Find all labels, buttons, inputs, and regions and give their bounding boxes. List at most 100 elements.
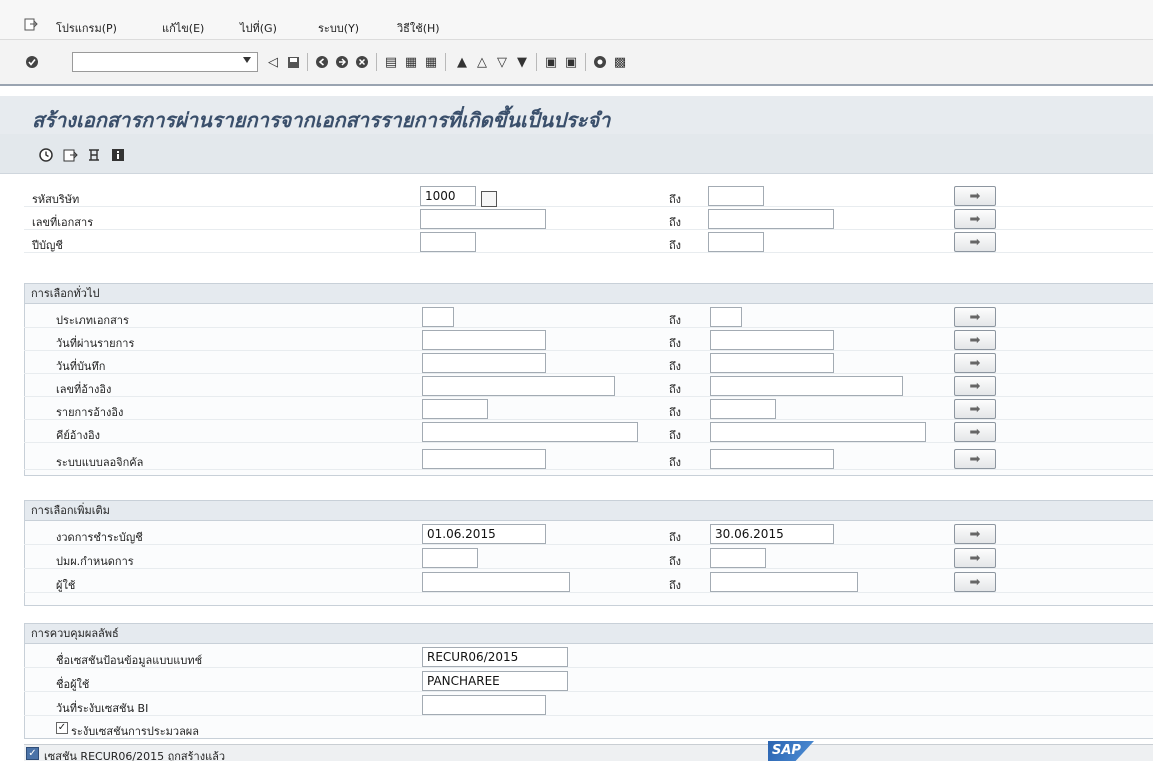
bi-hold-date-field[interactable] bbox=[422, 695, 546, 715]
arrow-right-icon: ➡ bbox=[969, 550, 981, 566]
settlement-period-to-field[interactable]: 30.06.2015 bbox=[710, 524, 834, 544]
logical-system-to-field[interactable] bbox=[710, 449, 834, 469]
reference-key-to-field[interactable] bbox=[710, 422, 926, 442]
menu-arrow-icon[interactable] bbox=[24, 18, 38, 31]
entry-date-from-field[interactable] bbox=[422, 353, 546, 373]
entry-date-label: วันที่บันทึก bbox=[56, 360, 106, 373]
user-from-field[interactable] bbox=[422, 572, 570, 592]
multiple-selection-button[interactable]: ➡ bbox=[954, 524, 996, 544]
search-help-icon[interactable] bbox=[481, 191, 497, 207]
user-to-field[interactable] bbox=[710, 572, 858, 592]
to-label: ถึง bbox=[669, 314, 682, 327]
run-schedule-from-field[interactable] bbox=[422, 548, 478, 568]
find-next-icon[interactable]: ▦ bbox=[423, 54, 439, 70]
multiple-selection-button[interactable]: ➡ bbox=[954, 422, 996, 442]
posting-date-to-field[interactable] bbox=[710, 330, 834, 350]
enter-icon[interactable] bbox=[24, 54, 40, 70]
reference-key-from-field[interactable] bbox=[422, 422, 638, 442]
logical-system-from-field[interactable] bbox=[422, 449, 546, 469]
menu-edit[interactable]: แก้ไข(E) bbox=[162, 19, 204, 37]
multiple-selection-button[interactable]: ➡ bbox=[954, 353, 996, 373]
user-name-row: ชื่อผู้ใช้ PANCHAREE bbox=[24, 670, 1153, 692]
entry-date-to-field[interactable] bbox=[710, 353, 834, 373]
arrow-right-icon: ➡ bbox=[969, 526, 981, 542]
multiple-selection-button[interactable]: ➡ bbox=[954, 186, 996, 206]
user-name-field[interactable]: PANCHAREE bbox=[422, 671, 568, 691]
posting-date-label: วันที่ผ่านรายการ bbox=[56, 337, 135, 350]
hold-session-label: ระงับเซสชันการประมวลผล bbox=[71, 725, 199, 738]
logical-system-row: ระบบแบบลอจิกคัล ถึง ➡ bbox=[24, 448, 1153, 470]
toolbar-divider bbox=[585, 53, 586, 71]
execute-icon[interactable] bbox=[38, 147, 54, 163]
document-number-to-field[interactable] bbox=[708, 209, 834, 229]
multiple-selection-button[interactable]: ➡ bbox=[954, 376, 996, 396]
settlement-period-from-field[interactable]: 01.06.2015 bbox=[422, 524, 546, 544]
back-nav-icon[interactable] bbox=[314, 54, 330, 70]
selection-options-icon[interactable] bbox=[86, 147, 102, 163]
user-label: ผู้ใช้ bbox=[56, 579, 76, 592]
company-code-from-field[interactable]: 1000 bbox=[420, 186, 476, 206]
to-label: ถึง bbox=[669, 383, 682, 396]
menu-goto[interactable]: ไปที่(G) bbox=[240, 19, 277, 37]
multiple-selection-button[interactable]: ➡ bbox=[954, 209, 996, 229]
save-icon[interactable] bbox=[285, 54, 301, 70]
menu-help[interactable]: วิธีใช้(H) bbox=[397, 19, 440, 37]
new-session-icon[interactable]: ▣ bbox=[543, 54, 559, 70]
run-schedule-label: ปมผ.กำหนดการ bbox=[56, 555, 134, 568]
arrow-right-icon: ➡ bbox=[969, 309, 981, 325]
multiple-selection-button[interactable]: ➡ bbox=[954, 399, 996, 419]
batch-session-name-field[interactable]: RECUR06/2015 bbox=[422, 647, 568, 667]
to-label: ถึง bbox=[669, 337, 682, 350]
multiple-selection-button[interactable]: ➡ bbox=[954, 548, 996, 568]
run-schedule-to-field[interactable] bbox=[710, 548, 766, 568]
to-label: ถึง bbox=[669, 216, 682, 229]
to-label: ถึง bbox=[669, 429, 682, 442]
shortcut-icon[interactable]: ▣ bbox=[563, 54, 579, 70]
variant-icon[interactable] bbox=[62, 147, 78, 163]
posting-date-from-field[interactable] bbox=[422, 330, 546, 350]
help-icon[interactable] bbox=[592, 54, 608, 70]
multiple-selection-button[interactable]: ➡ bbox=[954, 572, 996, 592]
chevron-down-icon[interactable] bbox=[243, 57, 251, 63]
previous-page-icon[interactable]: △ bbox=[474, 54, 490, 70]
hold-session-checkbox[interactable]: ✓ bbox=[56, 722, 68, 734]
multiple-selection-button[interactable]: ➡ bbox=[954, 232, 996, 252]
back-icon[interactable]: ◁ bbox=[265, 54, 281, 70]
menu-program[interactable]: โปรแกรม(P) bbox=[56, 19, 117, 37]
reference-transaction-from-field[interactable] bbox=[422, 399, 488, 419]
exit-icon[interactable] bbox=[334, 54, 350, 70]
reference-number-from-field[interactable] bbox=[422, 376, 615, 396]
multiple-selection-button[interactable]: ➡ bbox=[954, 449, 996, 469]
application-toolbar bbox=[0, 134, 1153, 174]
document-number-from-field[interactable] bbox=[420, 209, 546, 229]
command-input[interactable] bbox=[73, 53, 233, 71]
document-type-to-field[interactable] bbox=[710, 307, 742, 327]
multiple-selection-button[interactable]: ➡ bbox=[954, 307, 996, 327]
reference-transaction-to-field[interactable] bbox=[710, 399, 776, 419]
fiscal-year-from-field[interactable] bbox=[420, 232, 476, 252]
document-type-from-field[interactable] bbox=[422, 307, 454, 327]
last-page-icon[interactable]: ▼ bbox=[514, 54, 530, 70]
company-code-to-field[interactable] bbox=[708, 186, 764, 206]
group-title: การเลือกเพิ่มเติม bbox=[25, 501, 1153, 521]
reference-number-to-field[interactable] bbox=[710, 376, 903, 396]
to-label: ถึง bbox=[669, 579, 682, 592]
multiple-selection-button[interactable]: ➡ bbox=[954, 330, 996, 350]
document-number-row: เลขที่เอกสาร ถึง ➡ bbox=[24, 208, 1153, 230]
reference-transaction-row: รายการอ้างอิง ถึง ➡ bbox=[24, 398, 1153, 420]
cancel-icon[interactable] bbox=[354, 54, 370, 70]
success-check-icon: ✓ bbox=[26, 747, 39, 760]
find-icon[interactable]: ▦ bbox=[403, 54, 419, 70]
to-label: ถึง bbox=[669, 239, 682, 252]
command-field[interactable] bbox=[72, 52, 258, 72]
info-icon[interactable] bbox=[110, 147, 126, 163]
layout-icon[interactable]: ▩ bbox=[612, 54, 628, 70]
first-page-icon[interactable]: ▲ bbox=[454, 54, 470, 70]
menu-system[interactable]: ระบบ(Y) bbox=[318, 19, 359, 37]
document-type-label: ประเภทเอกสาร bbox=[56, 314, 129, 327]
next-page-icon[interactable]: ▽ bbox=[494, 54, 510, 70]
print-icon[interactable]: ▤ bbox=[383, 54, 399, 70]
fiscal-year-to-field[interactable] bbox=[708, 232, 764, 252]
arrow-right-icon: ➡ bbox=[969, 378, 981, 394]
status-bar: ✓ เซสชัน RECUR06/2015 ถูกสร้างแล้ว bbox=[24, 744, 1153, 761]
